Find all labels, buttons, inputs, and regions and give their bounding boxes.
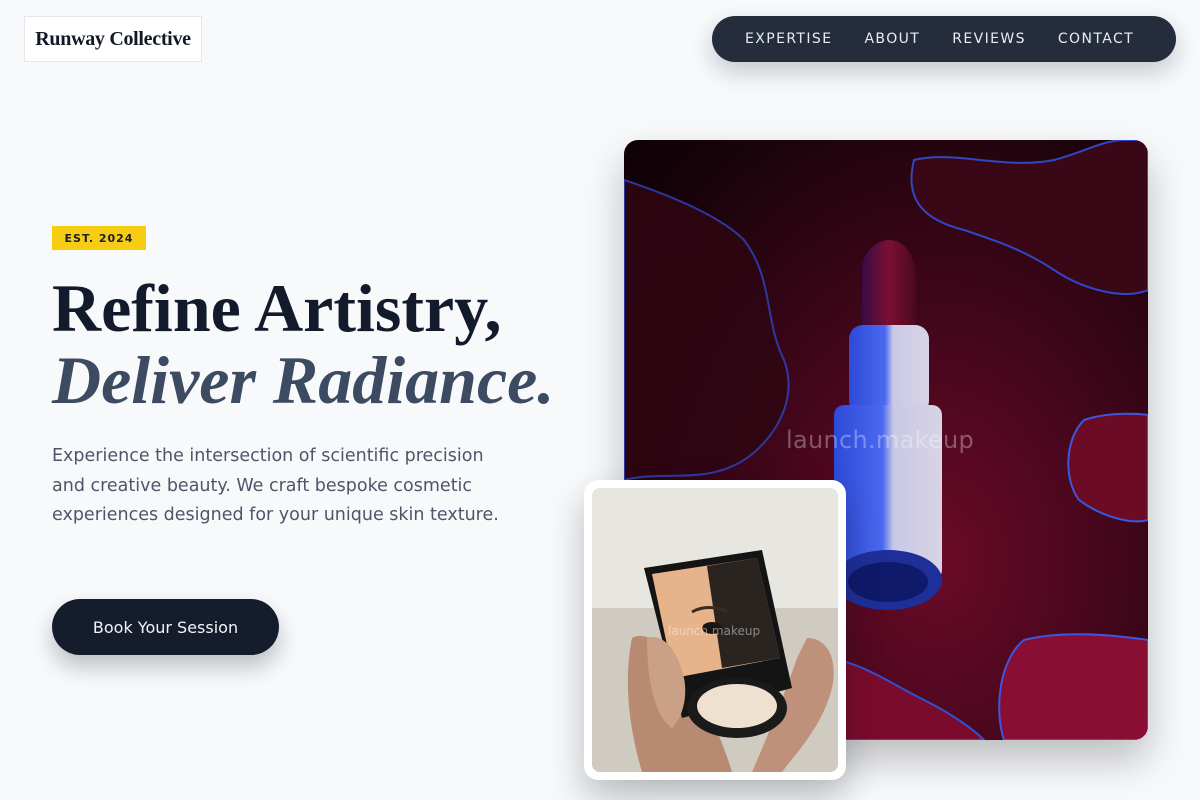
book-session-button[interactable]: Book Your Session bbox=[52, 599, 279, 655]
thumbnail-watermark: launch.makeup bbox=[668, 624, 761, 638]
brand-logo[interactable]: Runway Collective bbox=[24, 16, 202, 62]
nav-item-contact[interactable]: CONTACT bbox=[1058, 31, 1134, 47]
hero-headline: Refine Artistry, Deliver Radiance. bbox=[52, 272, 554, 416]
established-badge: EST. 2024 bbox=[52, 226, 146, 250]
hero-description: Experience the intersection of scientifi… bbox=[52, 446, 499, 525]
headline-line-1: Refine Artistry, bbox=[52, 270, 502, 346]
nav-item-reviews[interactable]: REVIEWS bbox=[952, 31, 1026, 47]
main-image-watermark: launch.makeup bbox=[786, 426, 975, 454]
nav-item-about[interactable]: ABOUT bbox=[864, 31, 920, 47]
headline-line-2: Deliver Radiance. bbox=[52, 342, 555, 418]
main-nav: EXPERTISE ABOUT REVIEWS CONTACT bbox=[712, 16, 1176, 62]
nav-item-expertise[interactable]: EXPERTISE bbox=[745, 31, 832, 47]
